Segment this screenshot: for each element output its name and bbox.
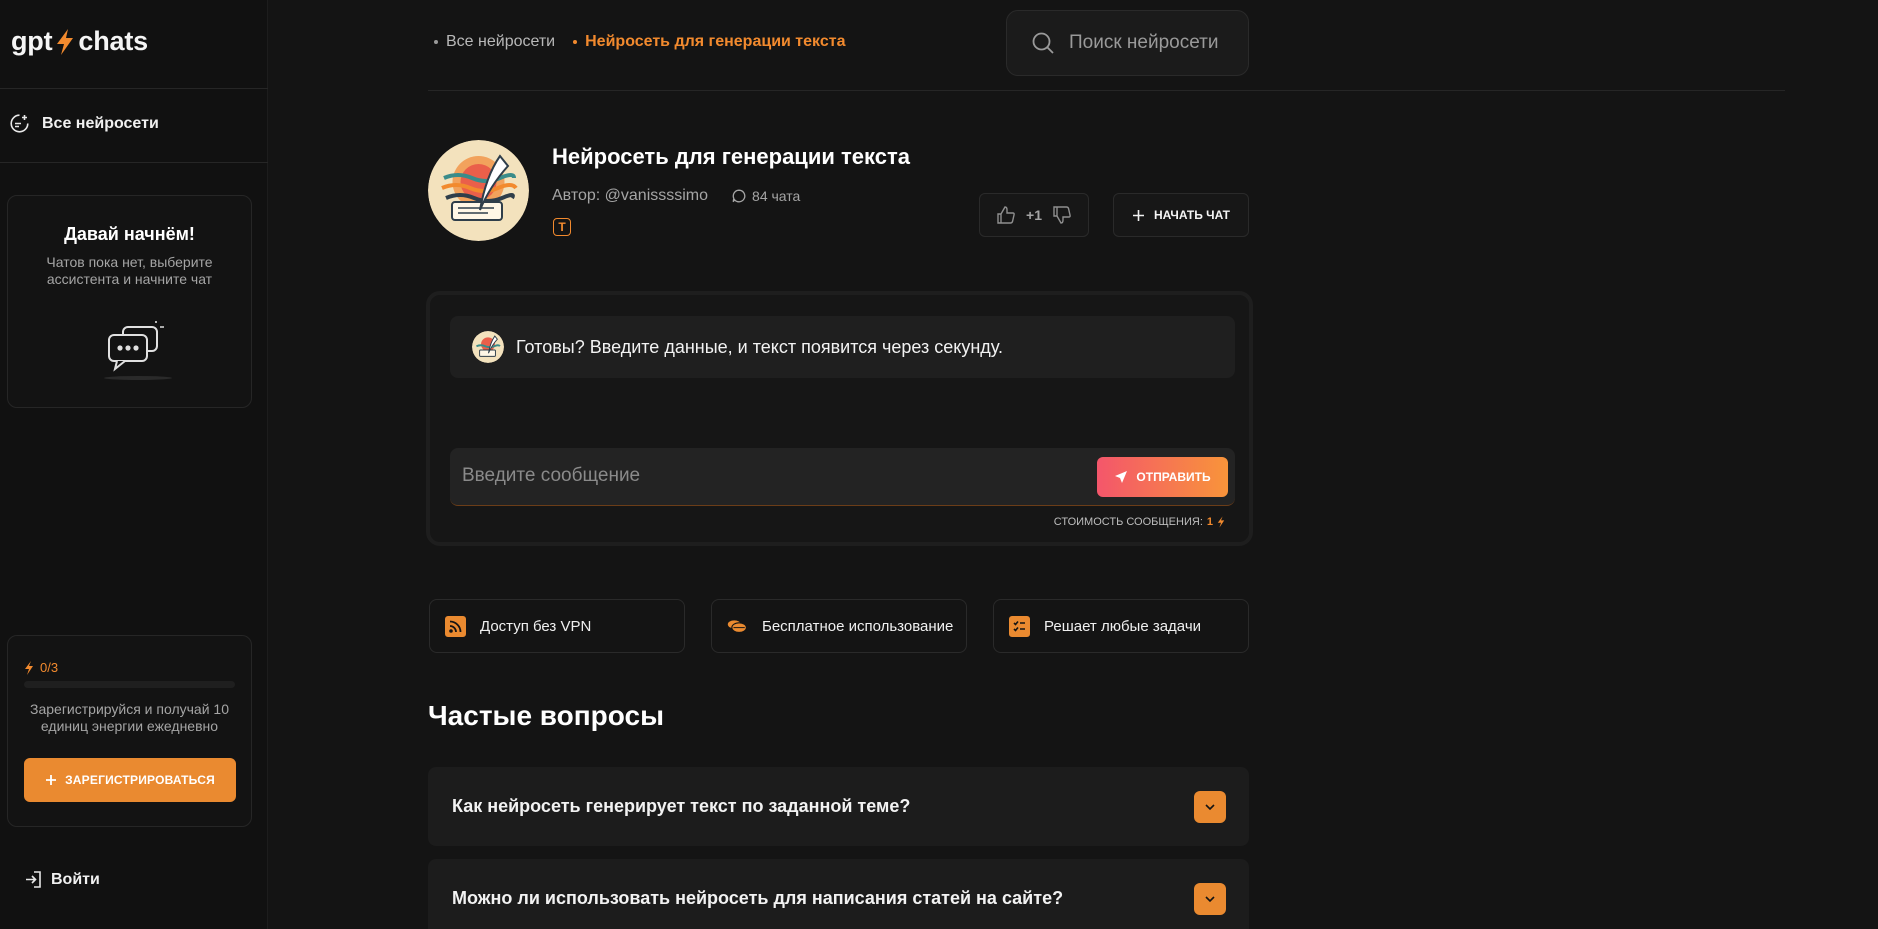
thumbs-up-icon[interactable] (996, 205, 1016, 225)
vote-count: +1 (1026, 207, 1042, 223)
breadcrumb-label: Все нейросети (446, 33, 556, 50)
assistant-mini-avatar (472, 331, 504, 363)
breadcrumb: Все нейросети Нейросеть для генерации те… (434, 33, 845, 51)
send-label: ОТПРАВИТЬ (1136, 470, 1211, 484)
sidebar-item-label: Все нейросети (42, 114, 159, 132)
search-icon (1032, 32, 1054, 54)
chat-bubbles-icon (104, 321, 172, 380)
sidebar-item-all-networks[interactable]: Все нейросети (9, 113, 159, 134)
send-icon (1115, 471, 1128, 483)
breadcrumb-all-networks[interactable]: Все нейросети (434, 33, 555, 51)
checklist-icon (1009, 615, 1030, 637)
feature-free-usage: Бесплатное использование (711, 599, 967, 653)
chevron-down-icon[interactable] (1194, 791, 1226, 823)
header-divider (428, 90, 1785, 91)
sidebar-divider (0, 162, 268, 163)
register-label: ЗАРЕГИСТРИРОВАТЬСЯ (65, 773, 215, 787)
chat-count: 84 чата (732, 188, 800, 204)
start-chat-button[interactable]: НАЧАТЬ ЧАТ (1113, 193, 1249, 237)
logo[interactable]: gpt chats (11, 26, 148, 57)
send-button[interactable]: ОТПРАВИТЬ (1097, 457, 1228, 497)
vote-widget: +1 (979, 193, 1089, 237)
energy-count: 0/3 (40, 660, 59, 675)
start-chat-label: НАЧАТЬ ЧАТ (1153, 208, 1231, 222)
assistant-title: Нейросеть для генерации текста (552, 144, 910, 169)
thumbs-down-icon[interactable] (1052, 205, 1072, 225)
feature-label: Доступ без VPN (480, 617, 592, 635)
breadcrumb-dot (573, 40, 578, 44)
chevron-down-icon[interactable] (1194, 883, 1226, 915)
breadcrumb-label: Нейросеть для генерации текста (585, 33, 846, 50)
feature-no-vpn: Доступ без VPN (429, 599, 685, 653)
faq-question: Как нейросеть генерирует текст по заданн… (452, 796, 911, 816)
assistant-author[interactable]: Автор: @vanissssimo (552, 187, 708, 205)
energy-progress-bar (24, 681, 235, 688)
search-input[interactable]: Поиск нейросети (1006, 10, 1249, 76)
assistant-avatar (428, 140, 529, 241)
energy-card: 0/3 Зарегистрируйся и получай 10 единиц … (7, 635, 252, 827)
plus-icon (1132, 209, 1144, 221)
logo-text-left: gpt (11, 26, 53, 56)
assistant-greeting-message: Готовы? Введите данные, и текст появится… (450, 316, 1235, 378)
rss-icon (445, 615, 466, 637)
message-input-wrapper: ОТПРАВИТЬ (450, 448, 1235, 506)
logo-text-right: chats (78, 26, 148, 56)
feature-label: Бесплатное использование (762, 617, 954, 635)
bolt-icon (57, 28, 74, 55)
breadcrumb-dot (434, 40, 438, 44)
quill-scroll-icon (472, 331, 504, 363)
breadcrumb-current[interactable]: Нейросеть для генерации текста (573, 33, 845, 51)
type-badge-label: T (558, 220, 566, 234)
faq-item[interactable]: Можно ли использовать нейросеть для напи… (428, 859, 1249, 929)
login-button[interactable]: Войти (24, 870, 100, 889)
message-input[interactable] (462, 448, 1062, 504)
energy-text: Зарегистрируйся и получай 10 единиц энер… (30, 701, 229, 734)
energy-counter: 0/3 (24, 660, 58, 675)
faq-title: Частые вопросы (428, 700, 664, 731)
empty-chats-title: Давай начнём! (64, 224, 195, 244)
cost-value: 1 (1206, 516, 1213, 528)
chat-bubble-icon (732, 189, 746, 203)
plus-icon (46, 775, 57, 785)
sidebar-divider (0, 88, 268, 89)
chat-plus-icon (10, 114, 29, 133)
cost-label: СТОИМОСТЬ СООБЩЕНИЯ: (1053, 516, 1203, 528)
login-label: Войти (51, 870, 100, 888)
bolt-icon (1217, 516, 1225, 528)
greeting-text: Готовы? Введите данные, и текст появится… (516, 336, 1004, 357)
message-cost: СТОИМОСТЬ СООБЩЕНИЯ: 1 (1054, 516, 1225, 528)
empty-chats-card: Давай начнём! Чатов пока нет, выберите а… (7, 195, 252, 408)
assistant-meta: Автор: @vanissssimo 84 чата (552, 187, 800, 205)
faq-question: Можно ли использовать нейросеть для напи… (452, 888, 1064, 908)
faq-item[interactable]: Как нейросеть генерирует текст по заданн… (428, 767, 1249, 846)
bolt-icon (25, 660, 33, 675)
text-type-icon: T (553, 218, 571, 236)
coins-icon (727, 616, 748, 637)
feature-label: Решает любые задачи (1044, 617, 1202, 635)
quill-scroll-icon (428, 140, 529, 241)
chat-count-label: 84 чата (752, 188, 801, 204)
register-button[interactable]: ЗАРЕГИСТРИРОВАТЬСЯ (24, 758, 236, 802)
chat-panel: Готовы? Введите данные, и текст появится… (426, 291, 1253, 546)
sidebar: gpt chats Все нейросети Давай начнём! Ча… (0, 0, 268, 929)
login-icon (26, 871, 41, 888)
empty-chats-text: Чатов пока нет, выберите ассистента и на… (46, 254, 213, 287)
feature-any-task: Решает любые задачи (993, 599, 1249, 653)
search-placeholder: Поиск нейросети (1069, 32, 1219, 53)
